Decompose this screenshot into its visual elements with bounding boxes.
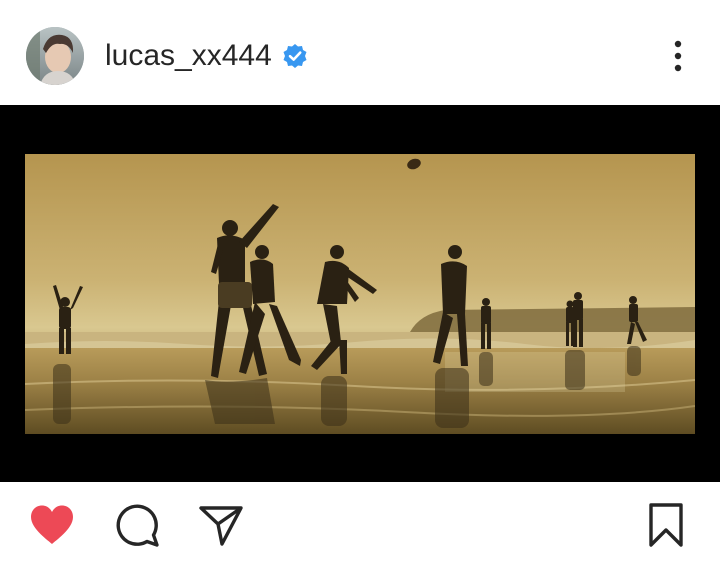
avatar[interactable] [26,27,84,85]
share-button[interactable] [197,501,245,549]
instagram-post: lucas_xx444 [0,0,720,562]
save-button[interactable] [642,501,690,549]
post-media[interactable] [0,105,720,482]
bookmark-icon [649,503,683,547]
post-actions-bar [0,482,720,562]
comment-button[interactable] [113,501,161,549]
post-header: lucas_xx444 [0,0,720,105]
heart-icon [31,505,73,544]
verified-badge-icon [282,43,308,69]
username[interactable]: lucas_xx444 [105,38,272,74]
more-vertical-icon [674,40,682,72]
avatar-image [26,27,84,85]
comment-icon [116,504,159,547]
beach-photo [25,154,695,434]
username-row: lucas_xx444 [105,38,308,74]
like-button[interactable] [28,501,76,549]
share-icon [199,506,243,546]
more-options-button[interactable] [660,36,696,76]
